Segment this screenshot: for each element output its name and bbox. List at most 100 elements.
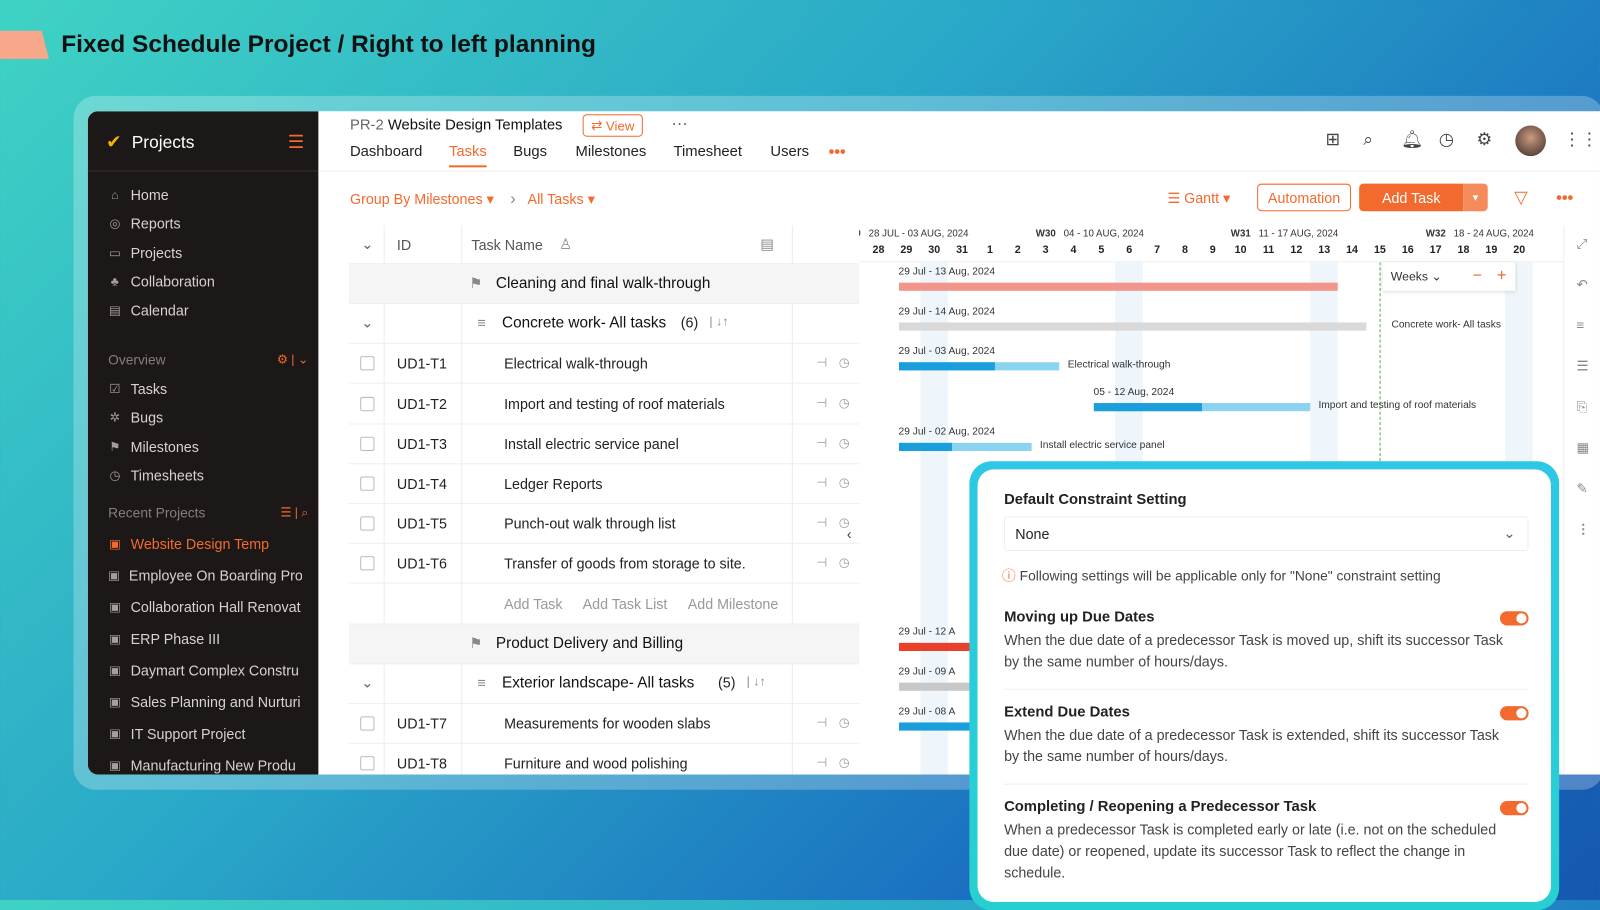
sidebar-item-collaboration[interactable]: ♣ Collaboration [108,273,312,289]
avatar[interactable] [1515,125,1546,157]
task-name[interactable]: Electrical walk-through [504,355,648,371]
dependency-icon[interactable]: ⊣ [816,396,827,410]
constraint-select[interactable]: None ⌄ [1004,516,1529,552]
timer-icon[interactable]: ◷ [839,355,850,369]
collapse-grid-icon[interactable]: ‹ [847,526,852,542]
milestone-name[interactable]: Product Delivery and Billing [496,634,683,651]
col-task-name[interactable]: Task Name [471,237,542,253]
sidebar-item-reports[interactable]: ◎ Reports [108,216,312,232]
dependency-icon[interactable]: ⊣ [816,755,827,769]
task-name[interactable]: Transfer of goods from storage to site. [504,555,746,571]
tasklist-name[interactable]: Exterior landscape- All tasks [502,674,694,691]
add-task-link[interactable]: Add Task [504,595,563,611]
menu-icon[interactable]: ☰ [288,132,304,153]
overview-settings-icon[interactable]: ⚙ | ⌄ [277,352,308,367]
task-checkbox[interactable] [360,436,375,451]
tab-dashboard[interactable]: Dashboard [350,144,422,160]
sidebar-item-timesheets[interactable]: ◷ Timesheets [108,467,312,483]
tab-tasks[interactable]: Tasks [448,144,487,168]
task-checkbox[interactable] [360,396,375,411]
more-options-icon[interactable]: ••• [1556,190,1573,208]
sort-icon[interactable]: | ↓↑ [709,314,728,328]
gear-icon[interactable]: ⚙ [1477,130,1493,150]
sidebar-item-tasks[interactable]: ☑ Tasks [108,381,312,397]
more-button[interactable]: ··· [671,115,687,133]
dependency-icon[interactable]: ⊣ [816,515,827,529]
add-task-dropdown-icon[interactable]: ▾ [1463,183,1488,212]
view-button[interactable]: ⇄ View [582,114,643,137]
group-by-dropdown[interactable]: Group By Milestones ▾ [350,191,494,208]
add-task-list-link[interactable]: Add Task List [583,595,668,611]
timer-icon[interactable]: ◷ [839,476,850,490]
task-name[interactable]: Furniture and wood polishing [504,755,687,771]
undo-icon[interactable]: ↶ [1577,277,1588,293]
dependency-icon[interactable]: ⊣ [816,436,827,450]
zoom-in-button[interactable]: + [1497,267,1507,285]
recent-project-item[interactable]: ▣ Daymart Complex Constru [108,662,302,678]
recent-project-item[interactable]: ▣ Manufacturing New Produ [108,757,302,773]
timer-icon[interactable]: ◷ [1439,130,1454,150]
dependency-icon[interactable]: ⊣ [816,555,827,569]
gantt-bar[interactable] [1093,402,1311,411]
sidebar-item-bugs[interactable]: ✲ Bugs [108,409,312,425]
recent-project-item[interactable]: ▣ Sales Planning and Nurturi [108,694,302,710]
timer-icon[interactable]: ◷ [839,555,850,569]
more-vertical-icon[interactable]: ⋮ [1577,521,1590,537]
sidebar-item-projects[interactable]: ▭ Projects [108,244,312,260]
task-checkbox[interactable] [360,756,375,771]
list-icon[interactable]: ☰ [1577,358,1589,374]
gantt-view-dropdown[interactable]: ☰ Gantt ▾ [1167,190,1230,207]
columns-icon[interactable]: ▤ [760,236,774,253]
task-name[interactable]: Punch-out walk through list [504,515,676,531]
baseline-icon[interactable]: ▦ [1577,440,1590,456]
task-name[interactable]: Install electric service panel [504,436,679,452]
automation-button[interactable]: Automation [1257,183,1352,212]
add-task-button[interactable]: Add Task [1359,183,1464,212]
timer-icon[interactable]: ◷ [839,396,850,410]
add-icon[interactable]: ⊞ [1325,130,1340,150]
expand-chevron-icon[interactable]: ⌄ [361,674,373,691]
setting-toggle[interactable] [1499,611,1529,626]
timer-icon[interactable]: ◷ [839,755,850,769]
sidebar-item-calendar[interactable]: ▤ Calendar [108,302,312,318]
export-icon[interactable]: ⎘ [1577,399,1588,415]
tab-users[interactable]: Users [770,144,809,160]
pin-icon[interactable]: ♙ [559,236,572,253]
task-name[interactable]: Ledger Reports [504,476,602,492]
bell-icon[interactable]: 🔔︎ [1401,130,1423,150]
task-checkbox[interactable] [360,556,375,571]
fullscreen-icon[interactable]: ⤢ [1577,236,1588,252]
setting-toggle[interactable] [1499,801,1529,816]
add-milestone-link[interactable]: Add Milestone [688,595,779,611]
dependency-icon[interactable]: ⊣ [816,355,827,369]
recent-project-item[interactable]: ▣ ERP Phase III [108,631,302,647]
sidebar-item-home[interactable]: ⌂ Home [108,187,312,203]
gantt-bar[interactable] [898,282,1339,291]
zoom-out-button[interactable]: − [1472,267,1482,285]
edit-icon[interactable]: ✎ [1577,481,1588,497]
all-tasks-dropdown[interactable]: All Tasks ▾ [528,191,595,208]
milestone-name[interactable]: Cleaning and final walk-through [496,274,710,291]
dependency-icon[interactable]: ⊣ [816,715,827,729]
task-checkbox[interactable] [360,716,375,731]
search-icon[interactable]: ⌕ [1363,130,1373,150]
task-checkbox[interactable] [360,476,375,491]
app-logo[interactable]: ✔ Projects [106,132,194,153]
recent-project-item[interactable]: ▣ Collaboration Hall Renovat [108,599,302,615]
task-name[interactable]: Measurements for wooden slabs [504,715,710,731]
recent-project-item[interactable]: ▣ Website Design Temp [108,536,302,552]
timer-icon[interactable]: ◷ [839,715,850,729]
zoom-level-dropdown[interactable]: Weeks ⌄ [1391,269,1442,283]
task-checkbox[interactable] [360,516,375,531]
gantt-bar[interactable] [898,442,1032,451]
tab-milestones[interactable]: Milestones [576,144,647,160]
filter-icon[interactable]: ▽ [1514,188,1527,208]
gantt-bar[interactable] [898,322,1366,331]
setting-toggle[interactable] [1499,706,1529,721]
col-id[interactable]: ID [397,237,411,253]
sidebar-item-milestones[interactable]: ⚑ Milestones [108,438,312,454]
settings-sliders-icon[interactable]: ≡ [1577,317,1585,332]
gantt-bar[interactable] [898,362,1060,371]
task-checkbox[interactable] [360,356,375,371]
dependency-icon[interactable]: ⊣ [816,476,827,490]
